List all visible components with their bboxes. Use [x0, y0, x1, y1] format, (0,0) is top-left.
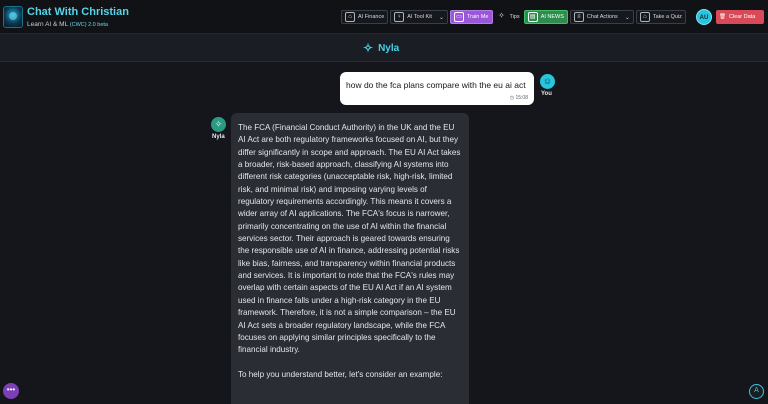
assistant-message-bubble: The FCA (Financial Conduct Authority) in… — [231, 113, 469, 404]
assistant-name: Nyla — [378, 42, 400, 54]
sparkle-icon: ✧ — [363, 41, 374, 55]
bank-icon: ⌂ — [345, 12, 355, 22]
tips-label: Tips — [509, 14, 520, 20]
ai-news-label: AI NEWS — [540, 14, 564, 20]
chat-header: ✧ Nyla — [0, 34, 768, 62]
message-timestamp: ◷ 15:08 — [510, 95, 528, 101]
accessibility-button[interactable]: A — [749, 384, 764, 399]
user-avatar[interactable]: AU — [696, 9, 712, 25]
ai-finance-button[interactable]: ⌂ AI Finance — [341, 10, 389, 24]
chat-actions-label: Chat Actions — [586, 14, 618, 20]
user-message-bubble: how do the fca plans compare with the eu… — [340, 72, 534, 105]
assistant-sender-label: Nyla — [212, 134, 225, 140]
user-icon: ☺ — [540, 74, 555, 89]
toolbar: ⌂ AI Finance ♀ AI Tool Kit ⌄ ▭ Train Me … — [341, 10, 686, 24]
assistant-title: ✧ Nyla — [363, 41, 399, 55]
assistant-message-paragraph: The FCA (Financial Conduct Authority) in… — [238, 123, 461, 355]
train-me-label: Train Me — [467, 14, 489, 20]
ellipsis-icon: ••• — [6, 385, 16, 394]
user-message-text: how do the fca plans compare with the eu… — [346, 80, 526, 90]
chevron-down-icon: ⌄ — [438, 14, 444, 21]
train-icon: ▭ — [454, 12, 464, 22]
assistant-message-paragraph: To help you understand better, let's con… — [238, 369, 443, 379]
accessibility-icon: A — [754, 387, 759, 394]
trash-icon: 🗑 — [719, 14, 726, 20]
ai-toolkit-dropdown[interactable]: ♀ AI Tool Kit ⌄ — [390, 10, 448, 24]
app-header: Chat With Christian Learn AI & ML (CWC) … — [0, 0, 768, 34]
app-subtitle: Learn AI & ML (CWC) 2.0 beta — [27, 21, 108, 28]
app-version: (CWC) 2.0 beta — [69, 22, 108, 28]
ai-news-button[interactable]: ▤ AI NEWS — [523, 10, 568, 24]
clear-data-label: Clear Data — [728, 14, 756, 20]
take-quiz-button[interactable]: ⌂ Take a Quiz — [635, 10, 686, 24]
chevron-down-icon: ⌄ — [624, 14, 630, 21]
clear-data-button[interactable]: 🗑 Clear Data — [716, 10, 764, 24]
train-me-button[interactable]: ▭ Train Me — [450, 10, 493, 24]
user-sender-label: You — [541, 91, 552, 97]
message-time: 15:08 — [515, 95, 528, 101]
tips-button[interactable]: ✧ Tips — [495, 10, 522, 24]
app-logo[interactable] — [3, 6, 23, 28]
app-subtitle-text: Learn AI & ML — [27, 21, 68, 28]
news-icon: ▤ — [527, 12, 538, 22]
list-icon: ≡ — [573, 12, 584, 22]
ai-toolkit-label: AI Tool Kit — [407, 14, 432, 20]
clock-icon: ◷ — [509, 95, 515, 101]
bulb-icon: ♀ — [394, 12, 405, 22]
app-title: Chat With Christian — [27, 6, 129, 18]
more-options-button[interactable]: ••• — [3, 383, 19, 399]
assistant-avatar-icon: ✧ — [211, 117, 226, 132]
ai-finance-label: AI Finance — [358, 14, 385, 20]
sparkle-icon: ✧ — [498, 11, 505, 20]
graduation-cap-icon: ⌂ — [639, 12, 650, 22]
take-quiz-label: Take a Quiz — [652, 14, 682, 20]
chat-actions-dropdown[interactable]: ≡ Chat Actions ⌄ — [569, 10, 634, 24]
